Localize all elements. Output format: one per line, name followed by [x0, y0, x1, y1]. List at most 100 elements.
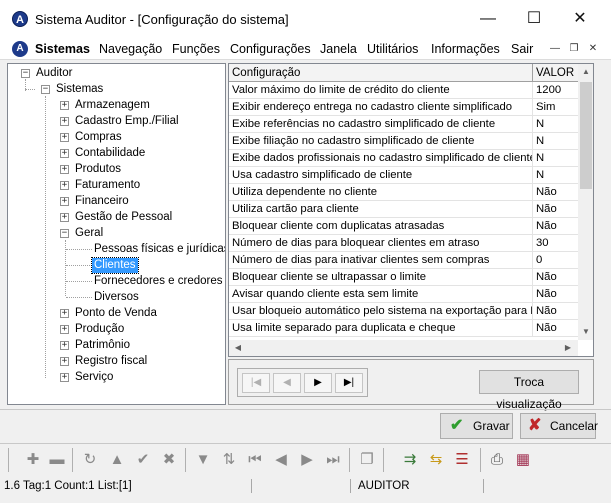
config-name-cell[interactable]: Usa limite separado para duplicata e che…: [229, 320, 533, 337]
table-row[interactable]: Exibir endereço entrega no cadastro clie…: [229, 99, 578, 116]
config-name-cell[interactable]: Utiliza cartão para cliente: [229, 201, 533, 218]
tree-node-servico[interactable]: Serviço: [75, 370, 113, 385]
tree-node-faturamento[interactable]: Faturamento: [75, 178, 140, 193]
expand-icon[interactable]: +: [60, 213, 69, 222]
save-button[interactable]: ✔ Gravar: [440, 413, 513, 439]
mdi-restore-button[interactable]: ❐: [566, 41, 582, 57]
menu-navegacao[interactable]: Navegação: [99, 40, 162, 58]
table-row[interactable]: Exibe referências no cadastro simplifica…: [229, 116, 578, 133]
table-row[interactable]: Bloquear cliente se ultrapassar o limite…: [229, 269, 578, 286]
tree-node-ponto-de-venda[interactable]: Ponto de Venda: [75, 306, 157, 321]
report-icon[interactable]: ☰: [452, 450, 472, 470]
calendar-icon[interactable]: ▦: [513, 450, 533, 470]
add-icon[interactable]: ✚: [23, 450, 43, 470]
config-value-cell[interactable]: N: [533, 116, 578, 133]
vertical-scroll-thumb[interactable]: [580, 82, 592, 189]
tree-node-financeiro[interactable]: Financeiro: [75, 194, 129, 209]
table-row[interactable]: Usa cadastro simplificado de cliente N: [229, 167, 578, 184]
config-grid[interactable]: Configuração VALOR Valor máximo do limit…: [228, 63, 594, 357]
table-row[interactable]: Número de dias para bloquear clientes em…: [229, 235, 578, 252]
table-row[interactable]: Avisar quando cliente esta sem limite Não: [229, 286, 578, 303]
config-name-cell[interactable]: Bloquear cliente com duplicatas atrasada…: [229, 218, 533, 235]
tree-node-produtos[interactable]: Produtos: [75, 162, 121, 177]
tree-node-clientes[interactable]: Clientes: [91, 257, 139, 274]
expand-icon[interactable]: +: [60, 309, 69, 318]
expand-icon[interactable]: +: [60, 165, 69, 174]
tree-root-auditor[interactable]: Auditor: [36, 66, 72, 81]
config-name-cell[interactable]: Valor máximo do limite de crédito do cli…: [229, 82, 533, 99]
config-value-cell[interactable]: 0: [533, 252, 578, 269]
tree-node-patrimonio[interactable]: Patrimônio: [75, 338, 130, 353]
expand-icon[interactable]: +: [60, 101, 69, 110]
config-value-cell[interactable]: Não: [533, 269, 578, 286]
config-name-cell[interactable]: Usar bloqueio automático pelo sistema na…: [229, 303, 533, 320]
expand-icon[interactable]: +: [60, 373, 69, 382]
config-value-cell[interactable]: Sim: [533, 99, 578, 116]
column-header-valor[interactable]: VALOR: [533, 64, 578, 82]
tree-node-armazenagem[interactable]: Armazenagem: [75, 98, 150, 113]
column-header-configuracao[interactable]: Configuração: [229, 64, 533, 82]
cancel-edit-icon[interactable]: ✖: [159, 450, 179, 470]
table-row[interactable]: Exibe filiação no cadastro simplificado …: [229, 133, 578, 150]
expand-icon[interactable]: +: [60, 149, 69, 158]
mdi-child-icon[interactable]: A: [12, 41, 28, 57]
menu-informacoes[interactable]: Informações: [431, 40, 500, 58]
prior-record-button[interactable]: ◀: [273, 373, 301, 393]
config-value-cell[interactable]: Não: [533, 218, 578, 235]
expand-icon[interactable]: +: [60, 133, 69, 142]
tree-node-pessoas-fisicas-juridicas[interactable]: Pessoas físicas e jurídicas: [94, 242, 225, 257]
expand-icon[interactable]: +: [60, 325, 69, 334]
expand-icon[interactable]: +: [60, 181, 69, 190]
config-value-cell[interactable]: N: [533, 150, 578, 167]
scroll-right-icon[interactable]: ▶: [560, 340, 576, 356]
sort-icon[interactable]: ⇅: [219, 450, 239, 470]
config-name-cell[interactable]: Número de dias para inativar clientes se…: [229, 252, 533, 269]
expand-icon[interactable]: +: [60, 341, 69, 350]
tree-node-contabilidade[interactable]: Contabilidade: [75, 146, 145, 161]
scroll-down-icon[interactable]: ▼: [578, 324, 593, 340]
config-value-cell[interactable]: 30: [533, 235, 578, 252]
config-name-cell[interactable]: Exibe referências no cadastro simplifica…: [229, 116, 533, 133]
remove-icon[interactable]: ▬: [47, 450, 67, 470]
module-tree[interactable]: − Auditor − Sistemas + Armazenagem + Cad…: [7, 63, 226, 405]
first-record-button[interactable]: |◀: [242, 373, 270, 393]
refresh-icon[interactable]: ↻: [80, 450, 100, 470]
tree-node-registro-fiscal[interactable]: Registro fiscal: [75, 354, 147, 369]
tree-node-gestao-de-pessoal[interactable]: Gestão de Pessoal: [75, 210, 172, 225]
cancel-button[interactable]: ✘ Cancelar: [520, 413, 598, 439]
menu-sair[interactable]: Sair: [511, 40, 533, 58]
export-icon[interactable]: ⇉: [400, 450, 420, 470]
table-row[interactable]: Utiliza dependente no cliente Não: [229, 184, 578, 201]
print-icon[interactable]: ⎙: [487, 450, 507, 470]
tree-node-compras[interactable]: Compras: [75, 130, 122, 145]
table-row[interactable]: Número de dias para inativar clientes se…: [229, 252, 578, 269]
confirm-icon[interactable]: ✔: [133, 450, 153, 470]
tree-node-sistemas[interactable]: Sistemas: [56, 82, 103, 97]
config-name-cell[interactable]: Número de dias para bloquear clientes em…: [229, 235, 533, 252]
config-name-cell[interactable]: Exibe dados profissionais no cadastro si…: [229, 150, 533, 167]
config-name-cell[interactable]: Usa cadastro simplificado de cliente: [229, 167, 533, 184]
config-value-cell[interactable]: N: [533, 133, 578, 150]
last-icon[interactable]: ⏭: [323, 450, 343, 470]
config-name-cell[interactable]: Bloquear cliente se ultrapassar o limite: [229, 269, 533, 286]
table-row[interactable]: Exibe dados profissionais no cadastro si…: [229, 150, 578, 167]
maximize-button[interactable]: ☐: [511, 0, 557, 38]
config-name-cell[interactable]: Exibir endereço entrega no cadastro clie…: [229, 99, 533, 116]
collapse-icon[interactable]: −: [21, 69, 30, 78]
collapse-icon[interactable]: −: [60, 229, 69, 238]
table-row[interactable]: Bloquear cliente com duplicatas atrasada…: [229, 218, 578, 235]
menu-configuracoes[interactable]: Configurações: [230, 40, 311, 58]
next-record-button[interactable]: ▶: [304, 373, 332, 393]
mdi-minimize-button[interactable]: —: [547, 41, 563, 57]
expand-icon[interactable]: +: [60, 357, 69, 366]
first-icon[interactable]: ⏮: [245, 450, 265, 470]
tree-node-producao[interactable]: Produção: [75, 322, 124, 337]
filter-icon[interactable]: ▼: [193, 450, 213, 470]
config-value-cell[interactable]: Não: [533, 320, 578, 337]
import-icon[interactable]: ⇆: [426, 450, 446, 470]
expand-icon[interactable]: +: [60, 117, 69, 126]
config-name-cell[interactable]: Avisar quando cliente esta sem limite: [229, 286, 533, 303]
prev-icon[interactable]: ◀: [271, 450, 291, 470]
table-row[interactable]: Valor máximo do limite de crédito do cli…: [229, 82, 578, 99]
minimize-button[interactable]: —: [465, 0, 511, 38]
